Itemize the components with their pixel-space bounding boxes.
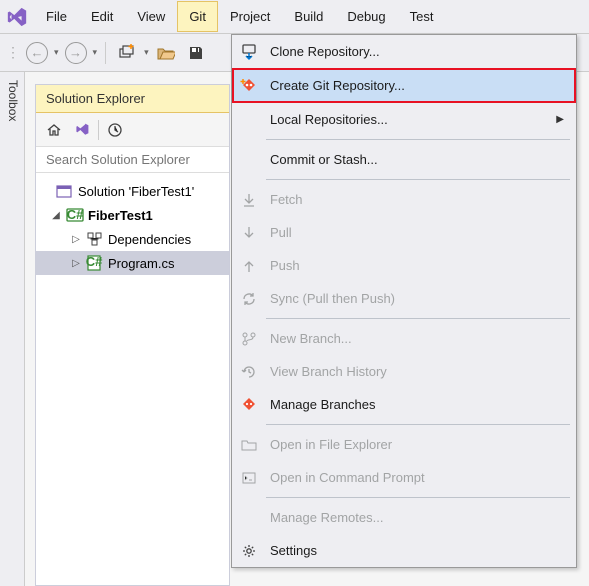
expander-icon[interactable]: ◢ [50,210,62,221]
pending-changes-button[interactable] [103,118,127,142]
create-repo-icon [238,75,260,97]
chevron-down-icon[interactable]: ▾ [93,47,98,58]
tree-project[interactable]: ◢ C# FiberTest1 [36,203,229,227]
menu-local-repositories[interactable]: Local Repositories... ▶ [232,103,576,136]
menu-file[interactable]: File [34,1,79,32]
new-branch-icon [238,328,260,350]
tree-solution[interactable]: Solution 'FiberTest1' [36,179,229,203]
nav-forward-button[interactable]: → [63,40,89,66]
menu-pull: Pull [232,216,576,249]
menu-view[interactable]: View [125,1,177,32]
tree-label: Dependencies [108,232,191,247]
tree-label: FiberTest1 [88,208,153,223]
expander-icon[interactable]: ▷ [70,258,82,269]
solution-explorer: Solution Explorer Solution 'FiberTest1' [35,84,230,586]
gear-icon [238,540,260,562]
menu-label: Settings [270,543,564,558]
menu-push: Push [232,249,576,282]
svg-text:C#: C# [86,255,103,269]
separator [266,139,570,140]
menu-label: Local Repositories... [270,112,546,127]
git-dropdown-menu: Clone Repository... Create Git Repositor… [231,34,577,568]
menu-edit[interactable]: Edit [79,1,125,32]
chevron-down-icon[interactable]: ▾ [54,47,59,58]
menu-manage-branches[interactable]: Manage Branches [232,388,576,421]
menu-open-explorer: Open in File Explorer [232,428,576,461]
fetch-icon [238,189,260,211]
menu-bar: File Edit View Git Project Build Debug T… [0,0,589,34]
menu-test[interactable]: Test [398,1,446,32]
menu-clone-repository[interactable]: Clone Repository... [232,35,576,68]
open-button[interactable] [153,40,179,66]
pull-icon [238,222,260,244]
menu-project[interactable]: Project [218,1,282,32]
tree-label: Program.cs [108,256,174,271]
toolbox-tab[interactable]: Toolbox [0,72,25,586]
menu-label: Commit or Stash... [270,152,564,167]
history-icon [238,361,260,383]
menu-open-cmd: Open in Command Prompt [232,461,576,494]
switch-views-button[interactable] [70,118,94,142]
solution-tree: Solution 'FiberTest1' ◢ C# FiberTest1 ▷ … [36,173,229,281]
branches-icon [238,394,260,416]
menu-sync: Sync (Pull then Push) [232,282,576,315]
tree-label: Solution 'FiberTest1' [78,184,194,199]
tree-program-cs[interactable]: ▷ C# Program.cs [36,251,229,275]
menu-settings[interactable]: Settings [232,534,576,567]
menu-manage-remotes: Manage Remotes... [232,501,576,534]
expander-icon[interactable]: ▷ [70,234,82,245]
menu-label: Manage Branches [270,397,564,412]
menu-label: Push [270,258,564,273]
menu-build[interactable]: Build [282,1,335,32]
solution-search[interactable] [36,147,229,173]
push-icon [238,255,260,277]
svg-text:C#: C# [67,207,84,222]
menu-debug[interactable]: Debug [335,1,397,32]
separator [266,424,570,425]
menu-label: New Branch... [270,331,564,346]
menu-fetch: Fetch [232,183,576,216]
menu-label: Pull [270,225,564,240]
menu-view-history: View Branch History [232,355,576,388]
search-input[interactable] [44,151,224,168]
menu-git[interactable]: Git [177,1,218,32]
terminal-icon [238,467,260,489]
separator [266,497,570,498]
clone-icon [238,41,260,63]
vs-logo-icon [0,0,34,34]
menu-label: Create Git Repository... [270,78,564,93]
menu-new-branch: New Branch... [232,322,576,355]
grip-icon: ⋮ [6,44,20,61]
new-project-button[interactable] [114,40,140,66]
tree-dependencies[interactable]: ▷ Dependencies [36,227,229,251]
nav-back-button[interactable]: ← [24,40,50,66]
menu-label: Open in Command Prompt [270,470,564,485]
solution-explorer-title: Solution Explorer [36,85,229,113]
separator [266,179,570,180]
save-button[interactable] [183,40,209,66]
menu-label: Sync (Pull then Push) [270,291,564,306]
menu-label: Fetch [270,192,564,207]
menu-label: Clone Repository... [270,44,564,59]
menu-label: Open in File Explorer [270,437,564,452]
menu-label: View Branch History [270,364,564,379]
folder-icon [238,434,260,456]
separator [266,318,570,319]
submenu-arrow-icon: ▶ [556,114,564,125]
menu-commit-stash[interactable]: Commit or Stash... [232,143,576,176]
sync-icon [238,288,260,310]
menu-create-git-repository[interactable]: Create Git Repository... [232,68,576,103]
menu-label: Manage Remotes... [270,510,564,525]
chevron-down-icon[interactable]: ▾ [144,47,149,58]
home-button[interactable] [42,118,66,142]
solution-toolbar [36,113,229,147]
